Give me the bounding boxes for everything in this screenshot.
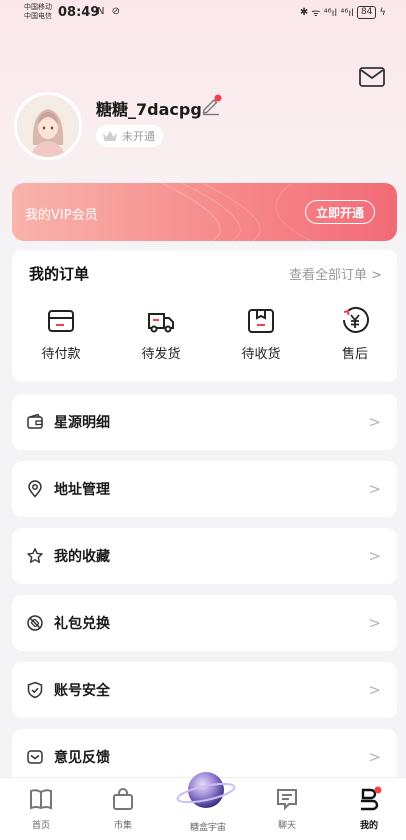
yuan-refund-icon [343,306,369,333]
location-pin-icon [28,480,42,498]
chevron-right-icon: > [368,681,381,699]
ticket-icon [27,615,43,631]
carrier-1: 中国移动 [24,3,52,11]
chevron-right-icon: > [368,547,381,565]
wallet-card-icon [48,310,74,332]
chevron-right-icon: > [368,614,381,632]
status-bar: 中国移动 中国电信 08:49 N ⊘ ✱ ᯤ ⁴⁶ıl ⁴⁶ıl 84 ϟ [0,0,406,28]
delivery-truck-icon [148,313,174,333]
vip-label: 我的VIP会员 [25,208,98,223]
charging-icon: ϟ [379,6,386,18]
chevron-right-icon: > [368,748,381,766]
chevron-right-icon: > [368,480,381,498]
edit-icon[interactable] [200,94,222,116]
chat-icon [277,789,297,811]
profile-icon [361,786,382,811]
tab-label: 市集 [113,821,132,831]
username: 糖糖_7dacpg [96,100,202,119]
vip-activate-button[interactable]: 立即开通 [304,200,375,224]
menu-label: 地址管理 [54,482,110,498]
order-after-sales[interactable]: 售后 [320,306,390,362]
notification-icons: N ⊘ [97,6,123,17]
menu-label: 星源明细 [54,415,110,431]
feedback-icon [27,750,43,764]
battery-icon: 84 [356,5,377,19]
crown-icon [103,131,117,141]
chevron-right-icon: > [368,413,381,431]
planet-icon[interactable] [175,768,237,812]
order-pending-payment[interactable]: 待付款 [26,306,96,362]
order-label: 售后 [341,347,368,362]
menu-gift-redeem[interactable]: 礼包兑换 > [12,595,397,651]
avatar[interactable] [14,92,82,160]
order-pending-receipt[interactable]: 待收货 [226,306,296,362]
wallet-icon [27,413,43,429]
member-status-text: 未开通 [122,130,155,143]
tab-label: 首页 [31,821,50,831]
view-all-orders-link[interactable]: 查看全部订单 > [289,264,382,283]
package-box-icon [248,309,274,333]
carrier-info: 中国移动 中国电信 [24,3,52,21]
star-icon [27,548,43,563]
vip-card[interactable]: 我的VIP会员 立即开通 [12,183,397,241]
status-time: 08:49 [58,5,100,20]
book-icon [30,789,52,810]
order-label: 待收货 [241,347,281,362]
menu-label: 意见反馈 [54,750,110,766]
avatar-illustration [17,95,79,157]
tab-chat[interactable]: 聊天 [257,786,317,831]
menu-label: 账号安全 [54,683,110,699]
tab-mine[interactable]: 我的 [339,786,399,831]
order-label: 待付款 [41,347,81,362]
signal-icons: ᯤ ⁴⁶ıl ⁴⁶ıl [311,8,354,19]
tab-label: 聊天 [277,821,296,831]
tab-home[interactable]: 首页 [11,786,71,831]
mail-icon[interactable] [358,66,386,88]
menu-favorites[interactable]: 我的收藏 > [12,528,397,584]
tab-market[interactable]: 市集 [93,786,153,831]
status-right: ✱ ᯤ ⁴⁶ıl ⁴⁶ıl 84 ϟ [300,5,386,19]
menu-label: 我的收藏 [54,549,110,565]
menu-address[interactable]: 地址管理 > [12,461,397,517]
tab-universe-label[interactable]: 糖盒宇宙 [178,820,238,833]
menu-account-security[interactable]: 账号安全 > [12,662,397,718]
bluetooth-icon: ✱ [299,6,309,18]
order-label: 待发货 [141,347,181,362]
carrier-2: 中国电信 [24,12,52,20]
orders-title: 我的订单 [29,265,90,283]
menu-label: 礼包兑换 [54,616,110,632]
orders-card: 我的订单 查看全部订单 > 待付款 待发货 待收货 售后 [12,250,397,382]
menu-star-source[interactable]: 星源明细 > [12,394,397,450]
shield-icon [27,681,43,699]
order-pending-shipment[interactable]: 待发货 [126,306,196,362]
shopping-bag-icon [113,788,133,810]
tab-label: 我的 [359,821,378,831]
member-status-badge[interactable]: 未开通 [96,125,163,147]
